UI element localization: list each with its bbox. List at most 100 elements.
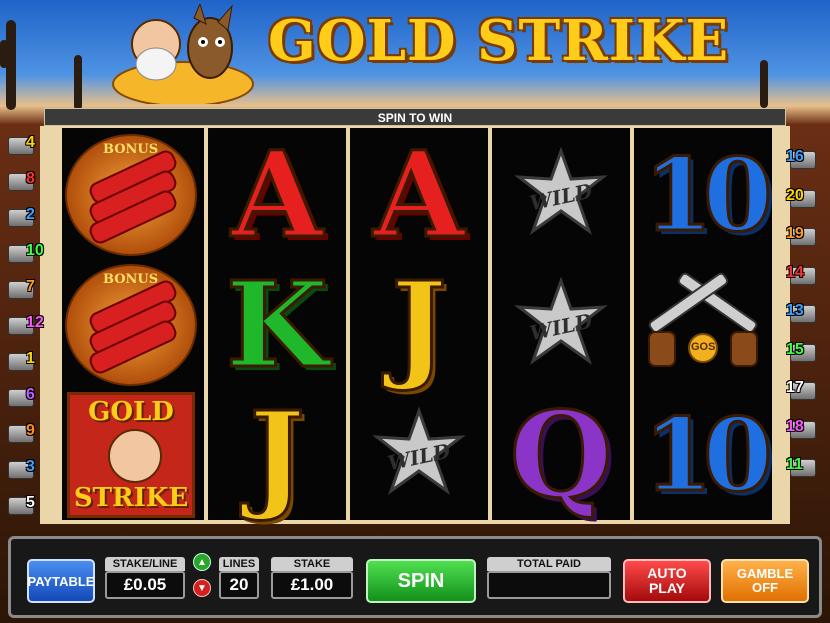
mascot-prospector-and-mule xyxy=(112,4,254,104)
paylines-right: 16 20 19 14 13 15 17 18 11 xyxy=(784,130,824,526)
payline-number: 6 xyxy=(26,386,35,403)
reel-cell: WILD xyxy=(492,260,630,390)
reel-cell: J xyxy=(350,260,488,390)
reel-4: WILD WILD Q xyxy=(488,128,630,520)
payline-number: 16 xyxy=(786,148,804,165)
bonus-label: BONUS xyxy=(103,142,159,157)
info-bar: SPIN TO WIN xyxy=(44,108,786,126)
payline-marker-left: 5 xyxy=(4,494,48,516)
gos-emblem-label: GOS xyxy=(691,341,716,353)
reel-cell: A xyxy=(350,130,488,260)
reel-cell: A xyxy=(208,130,346,260)
spin-button[interactable]: SPIN xyxy=(366,559,476,603)
reel-cell: K xyxy=(208,260,346,390)
payline-number: 11 xyxy=(786,456,803,473)
reel-cell: 10 xyxy=(634,390,774,520)
card-10-symbol: 10 xyxy=(642,396,774,514)
payline-number: 8 xyxy=(26,170,35,187)
gamble-line1: GAMBLE xyxy=(736,566,794,581)
stake-line-label: STAKE/LINE xyxy=(105,557,185,571)
payline-number: 17 xyxy=(786,379,804,396)
gold-strike-logo-symbol: GOLD STRIKE xyxy=(67,392,195,518)
card-j-symbol: J xyxy=(248,385,307,524)
control-panel: PAYTABLE STAKE/LINE £0.05 ▲ ▼ LINES 20 S… xyxy=(8,536,822,618)
wild-sheriff-star-symbol: WILD xyxy=(513,276,609,373)
payline-marker-left: 1 xyxy=(4,350,48,372)
wild-sheriff-star-symbol: WILD xyxy=(371,406,467,503)
bonus-dynamite-symbol: BONUS xyxy=(65,264,197,386)
reel-cell: Q xyxy=(492,390,630,520)
reel-2: A K J xyxy=(204,128,346,520)
payline-number: 5 xyxy=(26,494,35,511)
card-10-symbol: 10 xyxy=(642,136,774,254)
stake-label: STAKE xyxy=(271,557,353,571)
card-q-symbol: Q xyxy=(508,385,614,524)
bonus-dynamite-symbol: BONUS xyxy=(65,134,197,256)
payline-number: 3 xyxy=(26,458,35,475)
reel-cell: WILD xyxy=(350,390,488,520)
payline-number: 14 xyxy=(786,263,804,281)
stake-line-value: £0.05 xyxy=(105,571,185,599)
total-paid-label: TOTAL PAID xyxy=(487,557,611,571)
reel-cell: WILD xyxy=(492,130,630,260)
payline-number: 1 xyxy=(26,350,35,367)
bonus-label: BONUS xyxy=(103,272,159,287)
payline-number: 13 xyxy=(786,302,804,319)
payline-marker-right: 17 xyxy=(784,379,828,401)
autoplay-line1: AUTO xyxy=(647,565,687,581)
reel-cell: BONUS xyxy=(62,260,200,390)
autoplay-line2: PLAY xyxy=(648,580,686,596)
payline-number: 2 xyxy=(26,206,35,223)
payline-marker-left: 4 xyxy=(4,134,48,156)
payline-marker-left: 3 xyxy=(4,458,48,480)
lines-value: 20 xyxy=(219,571,259,599)
gamble-off-button[interactable]: GAMBLE OFF xyxy=(721,559,809,603)
payline-number: 18 xyxy=(786,417,804,435)
game-header: GOLD STRIKE xyxy=(0,0,830,108)
payline-number: 7 xyxy=(26,278,35,295)
payline-marker-left: 6 xyxy=(4,386,48,408)
payline-marker-right: 20 xyxy=(784,187,828,209)
logo-symbol-bottom: STRIKE xyxy=(73,483,189,513)
paytable-button[interactable]: PAYTABLE xyxy=(27,559,95,603)
pistols-icon xyxy=(648,272,758,367)
stake-down-arrow-icon[interactable]: ▼ xyxy=(193,579,211,597)
payline-number: 9 xyxy=(26,422,35,439)
payline-marker-right: 14 xyxy=(784,264,828,286)
payline-number: 15 xyxy=(786,340,804,358)
reel-5: 10 GOS 10 xyxy=(630,128,774,520)
reel-cell: GOS xyxy=(634,260,772,390)
card-j-symbol: J xyxy=(390,255,449,394)
stake-up-arrow-icon[interactable]: ▲ xyxy=(193,553,211,571)
stake-value: £1.00 xyxy=(271,571,353,599)
payline-marker-left: 7 xyxy=(4,278,48,300)
payline-number: 20 xyxy=(786,186,804,204)
reels: BONUS BONUS GOLD STRIKE A K J A J WILD W… xyxy=(62,128,774,520)
paylines-left: 4 8 2 10 7 12 1 6 9 3 5 xyxy=(4,130,44,526)
autoplay-button[interactable]: AUTO PLAY xyxy=(623,559,711,603)
payline-marker-right: 16 xyxy=(784,148,828,170)
reel-cell: BONUS xyxy=(62,130,200,260)
payline-marker-left: 8 xyxy=(4,170,48,192)
payline-number: 12 xyxy=(26,314,44,331)
payline-marker-left: 2 xyxy=(4,206,48,228)
reel-3: A J WILD xyxy=(346,128,488,520)
total-paid-value xyxy=(487,571,611,599)
payline-marker-left: 12 xyxy=(4,314,48,336)
payline-number: 19 xyxy=(786,225,804,242)
card-a-symbol: A xyxy=(230,125,325,264)
payline-marker-right: 18 xyxy=(784,418,828,440)
payline-number: 4 xyxy=(26,134,35,151)
reel-1: BONUS BONUS GOLD STRIKE xyxy=(62,128,200,520)
reel-cell: J xyxy=(208,390,346,520)
slot-game: GOLD STRIKE SPIN TO WIN BONUS BONUS GOLD… xyxy=(0,0,830,623)
gamble-line2: OFF xyxy=(752,580,778,595)
card-a-symbol: A xyxy=(372,125,467,264)
reel-cell: 10 xyxy=(634,130,774,260)
logo-symbol-top: GOLD xyxy=(88,397,174,427)
payline-marker-left: 10 xyxy=(4,242,48,264)
payline-number: 10 xyxy=(26,242,44,259)
game-title: GOLD STRIKE xyxy=(268,8,730,74)
payline-marker-right: 11 xyxy=(784,456,828,478)
reel-cell: GOLD STRIKE xyxy=(62,390,200,520)
